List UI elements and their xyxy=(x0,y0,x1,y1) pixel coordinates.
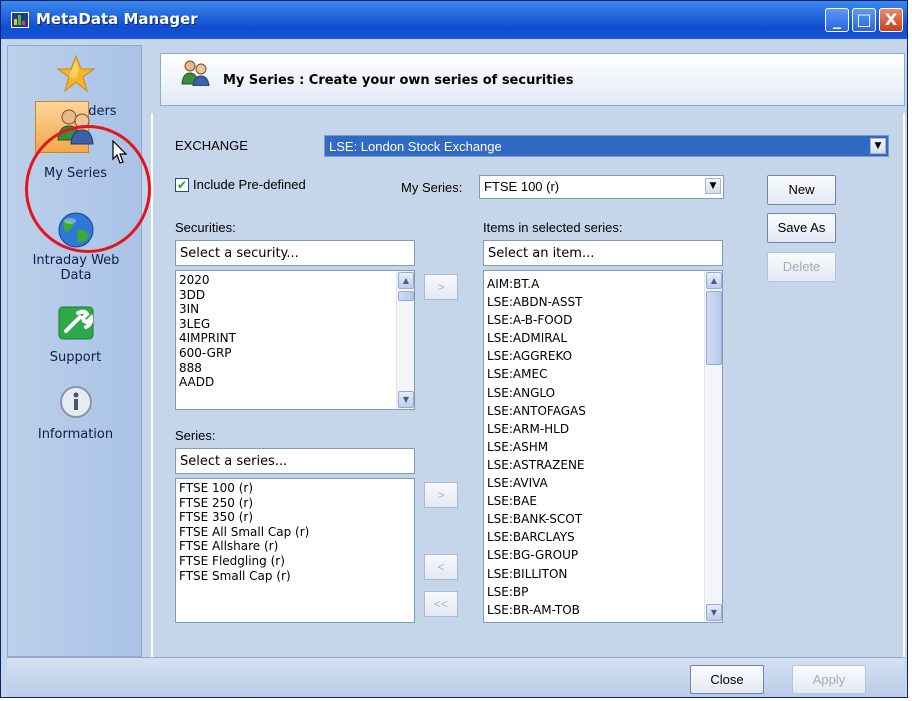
wrench-icon xyxy=(58,306,93,340)
list-item[interactable]: FTSE Allshare (r) xyxy=(179,539,414,554)
exchange-dropdown[interactable]: LSE: London Stock Exchange ▼ xyxy=(324,135,889,157)
list-item[interactable]: LSE:A-B-FOOD xyxy=(487,311,722,329)
list-item[interactable]: FTSE 250 (r) xyxy=(179,496,414,511)
items-search-input[interactable] xyxy=(483,240,723,266)
list-item[interactable]: LSE:ASHM xyxy=(487,438,722,456)
close-icon: X xyxy=(884,10,898,29)
list-item[interactable]: LSE:ABDN-ASST xyxy=(487,293,722,311)
chevron-down-icon[interactable]: ▼ xyxy=(705,178,721,194)
chevron-down-icon[interactable]: ▼ xyxy=(870,138,886,154)
list-item[interactable]: LSE:ANGLO xyxy=(487,384,722,402)
maximize-button[interactable]: □ xyxy=(852,8,876,32)
scroll-down-icon[interactable]: ▼ xyxy=(398,391,414,408)
list-item[interactable]: 4IMPRINT xyxy=(179,331,414,346)
minimize-icon: _ xyxy=(833,10,841,29)
include-predefined-label: Include Pre-defined xyxy=(193,177,306,192)
list-item[interactable]: AADD xyxy=(179,375,414,390)
app-icon xyxy=(11,12,29,28)
list-item[interactable]: LSE:AVIVA xyxy=(487,474,722,492)
series-search-field[interactable] xyxy=(176,449,414,473)
my-series-label: My Series: xyxy=(401,180,463,195)
list-item[interactable]: FTSE 350 (r) xyxy=(179,510,414,525)
sidebar: Data Folders My Series In xyxy=(7,45,151,657)
remove-item-button[interactable]: < xyxy=(424,554,458,580)
star-icon xyxy=(55,54,96,93)
list-item[interactable]: LSE:ADMIRAL xyxy=(487,329,722,347)
metadata-manager-window: MetaData Manager _ □ X Data Folders xyxy=(0,0,908,698)
list-item[interactable]: 3LEG xyxy=(179,317,414,332)
scroll-thumb[interactable] xyxy=(706,291,722,365)
close-window-button[interactable]: X xyxy=(879,8,903,32)
save-as-button[interactable]: Save As xyxy=(767,213,836,243)
delete-button[interactable]: Delete xyxy=(767,252,836,282)
items-scrollbar[interactable]: ▲ ▼ xyxy=(704,271,722,622)
series-listbox[interactable]: FTSE 100 (r) FTSE 250 (r) FTSE 350 (r) F… xyxy=(175,478,415,623)
new-button[interactable]: New xyxy=(767,175,836,205)
list-item[interactable]: FTSE Fledgling (r) xyxy=(179,554,414,569)
scroll-up-icon[interactable]: ▲ xyxy=(398,272,414,289)
securities-scrollbar[interactable]: ▲ ▼ xyxy=(396,271,414,409)
securities-search-field[interactable] xyxy=(176,241,414,265)
list-item[interactable]: LSE:BARCLAYS xyxy=(487,528,722,546)
main-panel: EXCHANGE LSE: London Stock Exchange ▼ ✔ … xyxy=(151,113,905,657)
add-series-button[interactable]: > xyxy=(424,482,458,508)
list-item[interactable]: 3IN xyxy=(179,302,414,317)
sidebar-item-label: Support xyxy=(49,350,102,365)
list-item[interactable]: LSE:BP xyxy=(487,583,722,601)
info-icon xyxy=(59,386,92,418)
list-item[interactable]: FTSE 100 (r) xyxy=(179,481,414,496)
maximize-icon: □ xyxy=(856,10,872,29)
bottom-bar: Close Apply xyxy=(7,657,905,697)
page-title: My Series : Create your own series of se… xyxy=(223,73,574,88)
list-item[interactable]: LSE:BILLITON xyxy=(487,565,722,583)
list-item[interactable]: LSE:BANK-SCOT xyxy=(487,510,722,528)
sidebar-item-label: Information xyxy=(37,427,114,442)
list-item[interactable]: 3DD xyxy=(179,288,414,303)
close-button[interactable]: Close xyxy=(690,665,764,694)
list-item[interactable]: LSE:BAE xyxy=(487,492,722,510)
list-item[interactable]: LSE:BR-AM-TOB xyxy=(487,601,722,619)
sidebar-item-label: Intraday Web Data xyxy=(32,253,120,283)
title-bar[interactable]: MetaData Manager _ □ X xyxy=(1,1,907,39)
list-item[interactable]: 2020 xyxy=(179,273,414,288)
list-item[interactable]: LSE:AGGREKO xyxy=(487,347,722,365)
globe-icon xyxy=(58,212,93,248)
add-security-button[interactable]: > xyxy=(424,274,458,300)
panel-header: My Series : Create your own series of se… xyxy=(160,53,905,106)
scroll-up-icon[interactable]: ▲ xyxy=(706,272,722,289)
items-listbox[interactable]: AIM:BT.A LSE:ABDN-ASST LSE:A-B-FOOD LSE:… xyxy=(483,270,723,623)
include-predefined-checkbox[interactable]: ✔ xyxy=(175,178,189,192)
apply-button[interactable]: Apply xyxy=(792,665,866,694)
remove-all-button[interactable]: << xyxy=(424,591,458,617)
list-item[interactable]: 888 xyxy=(179,361,414,376)
list-item[interactable]: LSE:ANTOFAGAS xyxy=(487,402,722,420)
scroll-down-icon[interactable]: ▼ xyxy=(706,604,722,621)
window-title: MetaData Manager xyxy=(36,10,198,28)
securities-listbox[interactable]: 2020 3DD 3IN 3LEG 4IMPRINT 600-GRP 888 A… xyxy=(175,270,415,410)
items-label: Items in selected series: xyxy=(483,220,623,235)
list-item[interactable]: LSE:AMEC xyxy=(487,365,722,383)
securities-label: Securities: xyxy=(175,220,236,235)
list-item[interactable]: 600-GRP xyxy=(179,346,414,361)
exchange-label: EXCHANGE xyxy=(175,138,248,153)
main-panel-inner: EXCHANGE LSE: London Stock Exchange ▼ ✔ … xyxy=(153,113,903,657)
list-item[interactable]: FTSE All Small Cap (r) xyxy=(179,525,414,540)
list-item[interactable]: LSE:BG-GROUP xyxy=(487,546,722,564)
my-series-value: FTSE 100 (r) xyxy=(484,179,560,194)
securities-search-input[interactable] xyxy=(175,240,415,266)
series-search-input[interactable] xyxy=(175,448,415,474)
series-label: Series: xyxy=(175,428,216,443)
exchange-value: LSE: London Stock Exchange xyxy=(329,139,502,154)
my-series-dropdown[interactable]: FTSE 100 (r) ▼ xyxy=(479,175,724,199)
list-item[interactable]: AIM:BT.A xyxy=(487,275,722,293)
items-search-field[interactable] xyxy=(484,241,722,265)
scroll-thumb[interactable] xyxy=(398,291,414,301)
list-item[interactable]: LSE:ASTRAZENE xyxy=(487,456,722,474)
list-item[interactable]: LSE:ARM-HLD xyxy=(487,420,722,438)
minimize-button[interactable]: _ xyxy=(825,8,849,32)
people-icon xyxy=(181,60,210,86)
list-item[interactable]: FTSE Small Cap (r) xyxy=(179,569,414,584)
